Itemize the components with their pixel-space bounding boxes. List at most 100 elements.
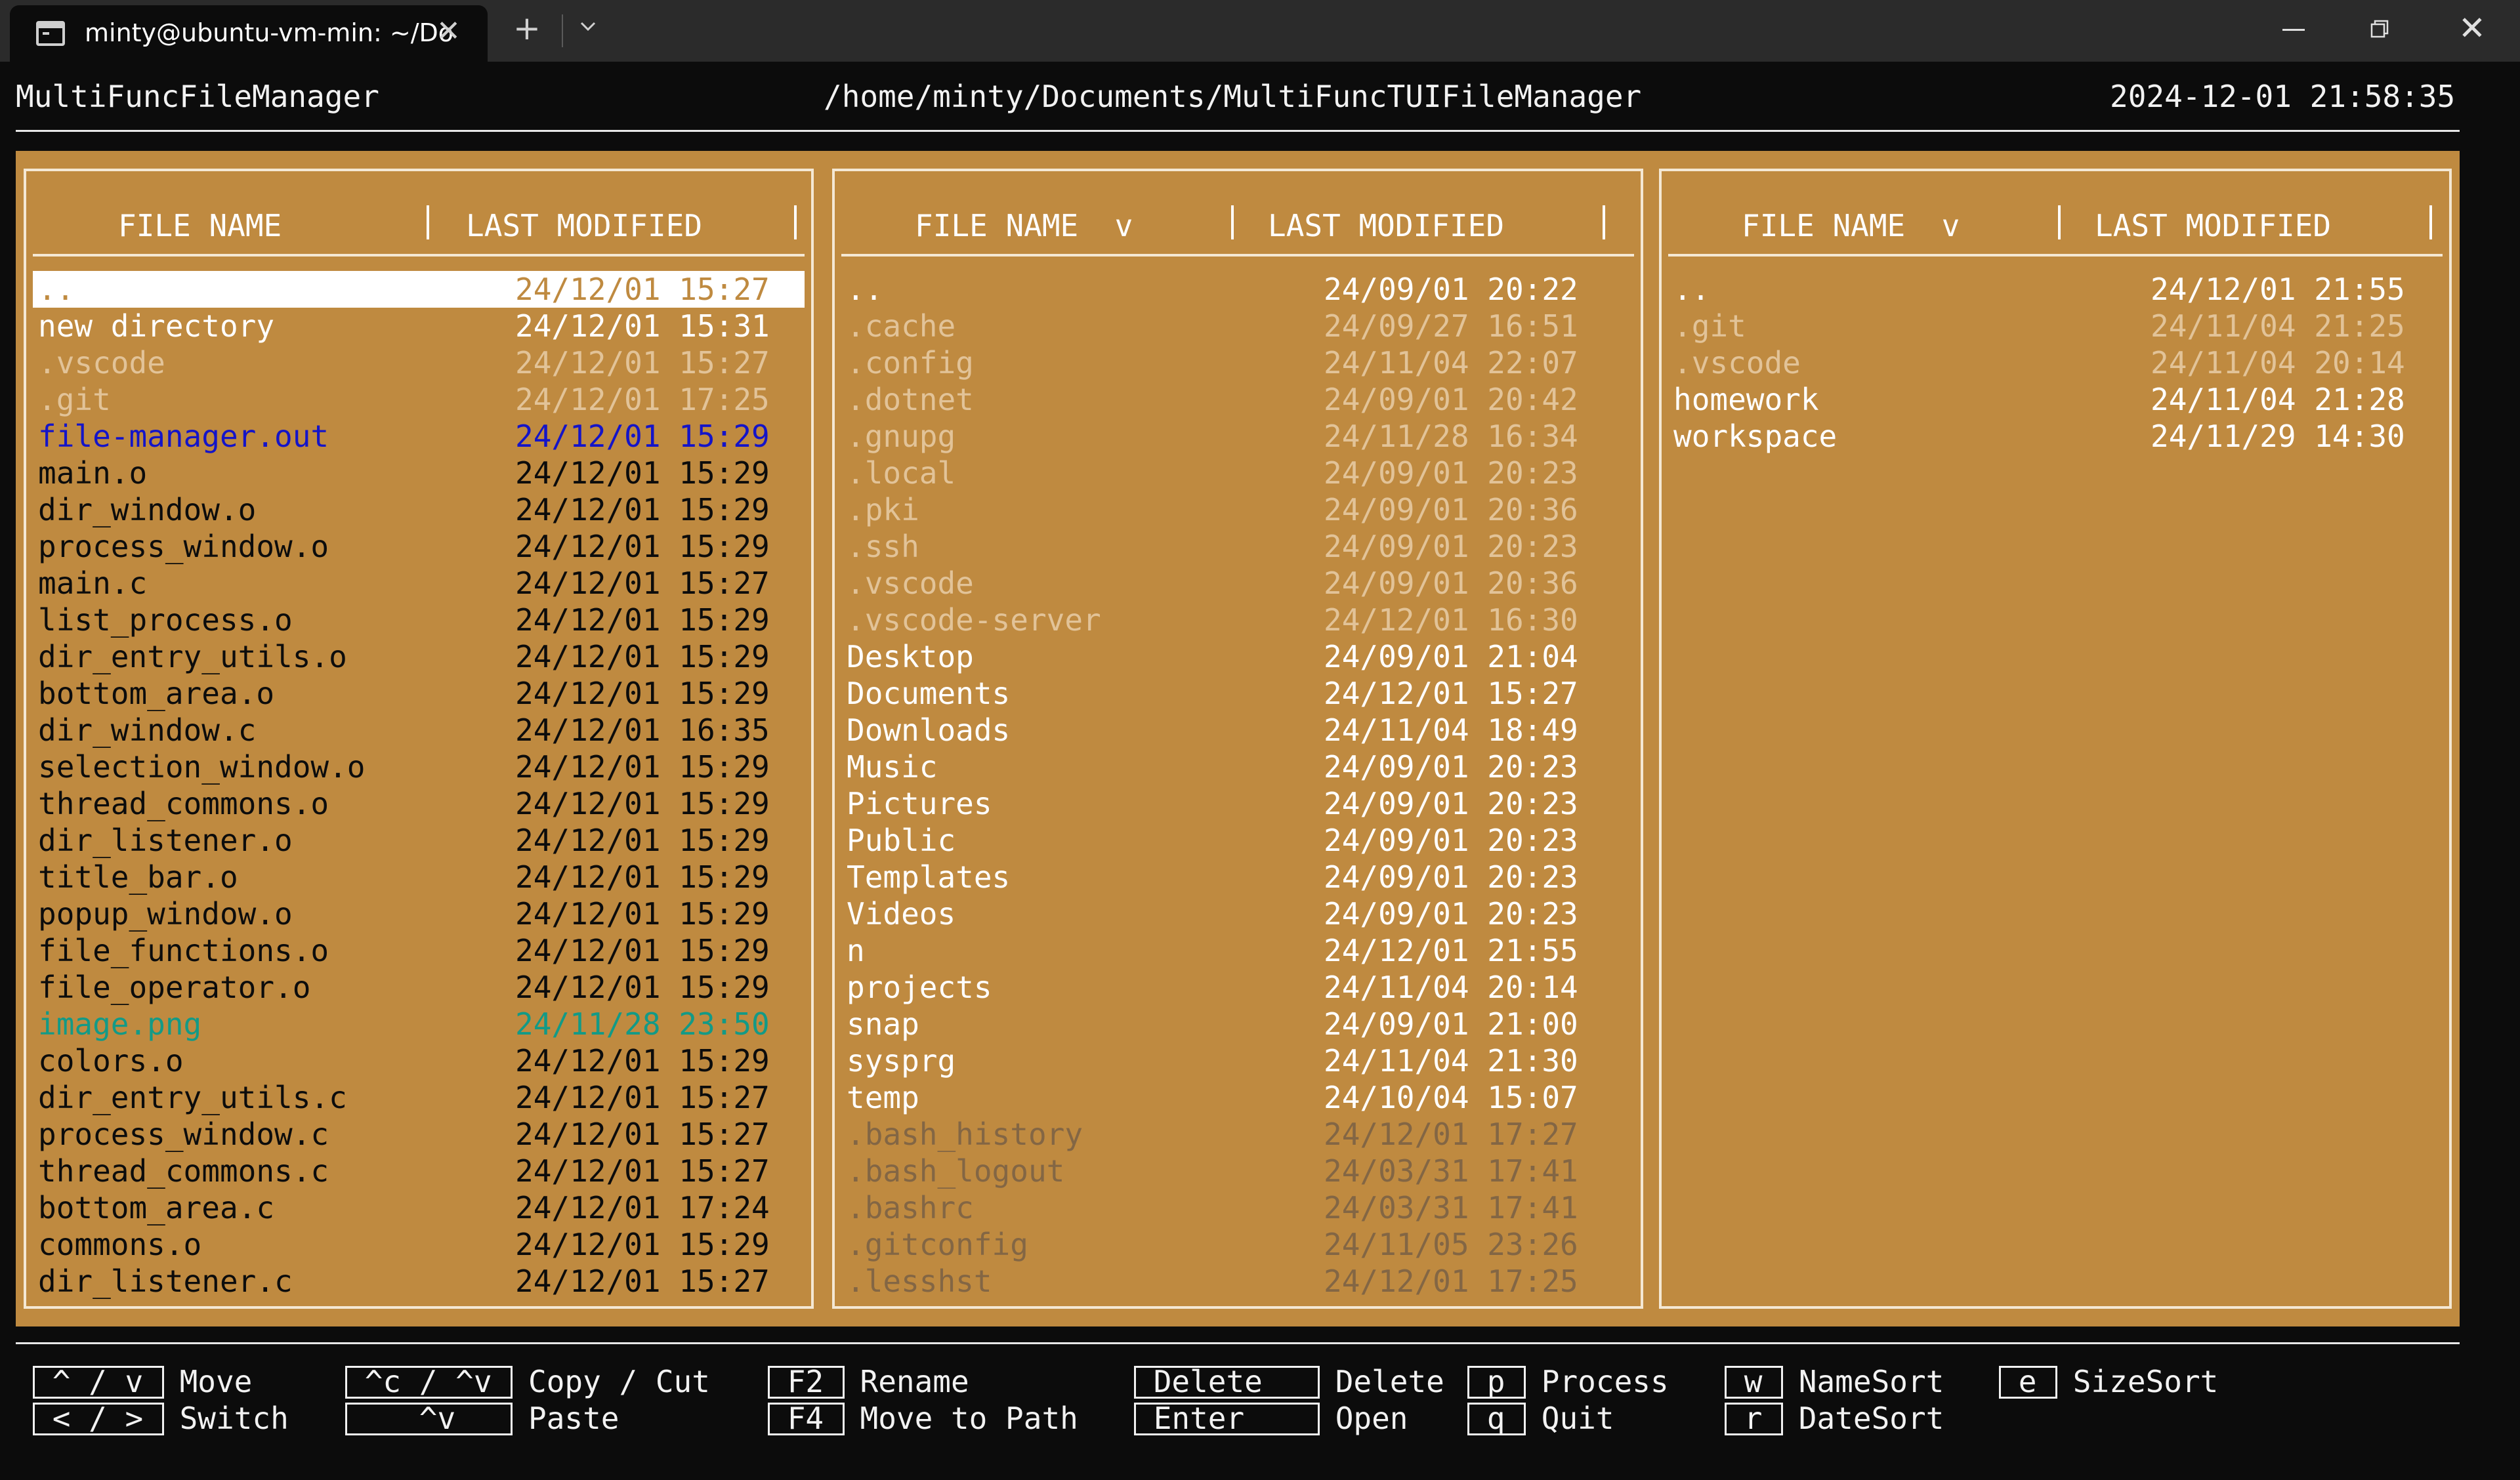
file-row[interactable]: .lesshst 24/12/01 17:25 [841,1263,1634,1300]
file-row[interactable]: .git 24/11/04 21:25 [1668,308,2443,344]
file-row[interactable]: .pki 24/09/01 20:36 [841,491,1634,528]
file-name: .. [38,272,75,307]
restore-icon[interactable] [2370,20,2389,38]
file-date: 24/09/01 20:22 [1324,272,1578,307]
key-shortcut: Delete [1153,1364,1263,1399]
column-file-name[interactable]: FILE NAME v [1742,208,1960,243]
file-row[interactable]: .. 24/12/01 21:55 [1668,271,2443,308]
file-row[interactable]: .vscode-server 24/12/01 16:30 [841,602,1634,638]
file-row[interactable]: projects 24/11/04 20:14 [841,969,1634,1006]
file-date: 24/12/01 15:27 [1324,676,1578,711]
file-row[interactable]: workspace 24/11/29 14:30 [1668,418,2443,455]
file-row[interactable]: image.png 24/11/28 23:50 [33,1006,805,1042]
file-row[interactable]: colors.o 24/12/01 15:29 [33,1042,805,1079]
file-row[interactable]: .bashrc 24/03/31 17:41 [841,1189,1634,1226]
file-row[interactable]: Pictures 24/09/01 20:23 [841,785,1634,822]
file-row[interactable]: .gitconfig 24/11/05 23:26 [841,1226,1634,1263]
file-date: 24/11/04 20:14 [1324,970,1578,1005]
file-row[interactable]: dir_window.c 24/12/01 16:35 [33,712,805,749]
file-row[interactable]: dir_entry_utils.o 24/12/01 15:29 [33,638,805,675]
close-window-icon[interactable]: ✕ [2458,9,2486,47]
file-name: bottom_area.o [38,676,275,711]
file-row[interactable]: title_bar.o 24/12/01 15:29 [33,859,805,895]
left-pane[interactable]: FILE NAME LAST MODIFIED .. 24/12/01 15:27… [24,169,814,1309]
file-row[interactable]: .. 24/09/01 20:22 [841,271,1634,308]
file-row[interactable]: .vscode 24/09/01 20:36 [841,565,1634,602]
terminal-tab[interactable]: minty@ubuntu-vm-min: ~/Do ✕ [10,5,488,62]
file-list: .. 24/12/01 21:55 .git 24/11/04 21:25 .vscod… [1668,271,2443,455]
file-row[interactable]: thread_commons.o 24/12/01 15:29 [33,785,805,822]
file-row[interactable]: main.o 24/12/01 15:29 [33,455,805,491]
file-date: 24/09/01 20:23 [1324,749,1578,785]
file-row[interactable]: .bash_logout 24/03/31 17:41 [841,1153,1634,1189]
new-tab-icon[interactable]: + [513,9,541,47]
file-date: 24/12/01 16:30 [1324,602,1578,638]
file-row[interactable]: thread_commons.c 24/12/01 15:27 [33,1153,805,1189]
header-divider [16,130,2460,132]
middle-pane[interactable]: FILE NAME v LAST MODIFIED .. 24/09/01 20:… [832,169,1643,1309]
file-row[interactable]: n 24/12/01 21:55 [841,932,1634,969]
file-row[interactable]: dir_entry_utils.c 24/12/01 15:27 [33,1079,805,1116]
file-row[interactable]: bottom_area.o 24/12/01 15:29 [33,675,805,712]
file-row[interactable]: list_process.o 24/12/01 15:29 [33,602,805,638]
chevron-down-icon[interactable] [578,16,598,37]
file-row[interactable]: Music 24/09/01 20:23 [841,749,1634,785]
file-row[interactable]: selection_window.o 24/12/01 15:29 [33,749,805,785]
file-row[interactable]: main.c 24/12/01 15:27 [33,565,805,602]
file-row[interactable]: homework 24/11/04 21:28 [1668,381,2443,418]
key-shortcut: < / > [52,1401,144,1436]
file-row[interactable]: dir_listener.o 24/12/01 15:29 [33,822,805,859]
file-row[interactable]: snap 24/09/01 21:00 [841,1006,1634,1042]
minimize-icon[interactable] [2282,29,2305,31]
file-row[interactable]: .vscode 24/12/01 15:27 [33,344,805,381]
file-row[interactable]: .local 24/09/01 20:23 [841,455,1634,491]
file-row[interactable]: popup_window.o 24/12/01 15:29 [33,895,805,932]
file-row[interactable]: .gnupg 24/11/28 16:34 [841,418,1634,455]
file-row[interactable]: dir_listener.c 24/12/01 15:27 [33,1263,805,1300]
file-row[interactable]: Public 24/09/01 20:23 [841,822,1634,859]
file-row[interactable]: commons.o 24/12/01 15:29 [33,1226,805,1263]
column-last-modified[interactable]: LAST MODIFIED [2095,208,2331,243]
file-row[interactable]: .config 24/11/04 22:07 [841,344,1634,381]
right-pane[interactable]: FILE NAME v LAST MODIFIED .. 24/12/01 21:… [1659,169,2452,1309]
file-row[interactable]: dir_window.o 24/12/01 15:29 [33,491,805,528]
key-shortcut: F2 [787,1364,824,1399]
file-row[interactable]: .cache 24/09/27 16:51 [841,308,1634,344]
file-row[interactable]: .git 24/12/01 17:25 [33,381,805,418]
file-row[interactable]: sysprg 24/11/04 21:30 [841,1042,1634,1079]
file-row[interactable]: Desktop 24/09/01 21:04 [841,638,1634,675]
file-date: 24/09/01 20:23 [1324,859,1578,895]
file-row[interactable]: process_window.c 24/12/01 15:27 [33,1116,805,1153]
file-row-selected[interactable]: .. 24/12/01 15:27 [33,271,805,308]
key-action-label: Rename [860,1364,969,1399]
file-row[interactable]: .ssh 24/09/01 20:23 [841,528,1634,565]
file-row[interactable]: file-manager.out 24/12/01 15:29 [33,418,805,455]
file-row[interactable]: Videos 24/09/01 20:23 [841,895,1634,932]
file-date: 24/09/01 20:36 [1324,492,1578,527]
file-row[interactable]: .dotnet 24/09/01 20:42 [841,381,1634,418]
file-date: 24/12/01 15:27 [515,272,770,307]
file-row[interactable]: Templates 24/09/01 20:23 [841,859,1634,895]
file-row[interactable]: process_window.o 24/12/01 15:29 [33,528,805,565]
file-row[interactable]: bottom_area.c 24/12/01 17:24 [33,1189,805,1226]
file-row[interactable]: temp 24/10/04 15:07 [841,1079,1634,1116]
column-file-name[interactable]: FILE NAME v [915,208,1133,243]
file-date: 24/12/01 15:27 [515,1153,770,1189]
file-row[interactable]: .bash_history 24/12/01 17:27 [841,1116,1634,1153]
file-date: 24/11/05 23:26 [1324,1227,1578,1262]
column-last-modified[interactable]: LAST MODIFIED [466,208,702,243]
file-row[interactable]: Documents 24/12/01 15:27 [841,675,1634,712]
file-row[interactable]: file_functions.o 24/12/01 15:29 [33,932,805,969]
close-tab-icon[interactable]: ✕ [436,14,461,48]
file-name: .ssh [847,529,919,564]
file-row[interactable]: new directory 24/12/01 15:31 [33,308,805,344]
column-last-modified[interactable]: LAST MODIFIED [1268,208,1504,243]
file-row[interactable]: .vscode 24/11/04 20:14 [1668,344,2443,381]
file-row[interactable]: Downloads 24/11/04 18:49 [841,712,1634,749]
file-name: .vscode [847,565,974,601]
column-file-name[interactable]: FILE NAME [118,208,282,243]
file-name: .vscode [1673,345,1801,380]
file-row[interactable]: file_operator.o 24/12/01 15:29 [33,969,805,1006]
file-date: 24/12/01 17:25 [515,382,770,417]
file-name: thread_commons.o [38,786,329,821]
